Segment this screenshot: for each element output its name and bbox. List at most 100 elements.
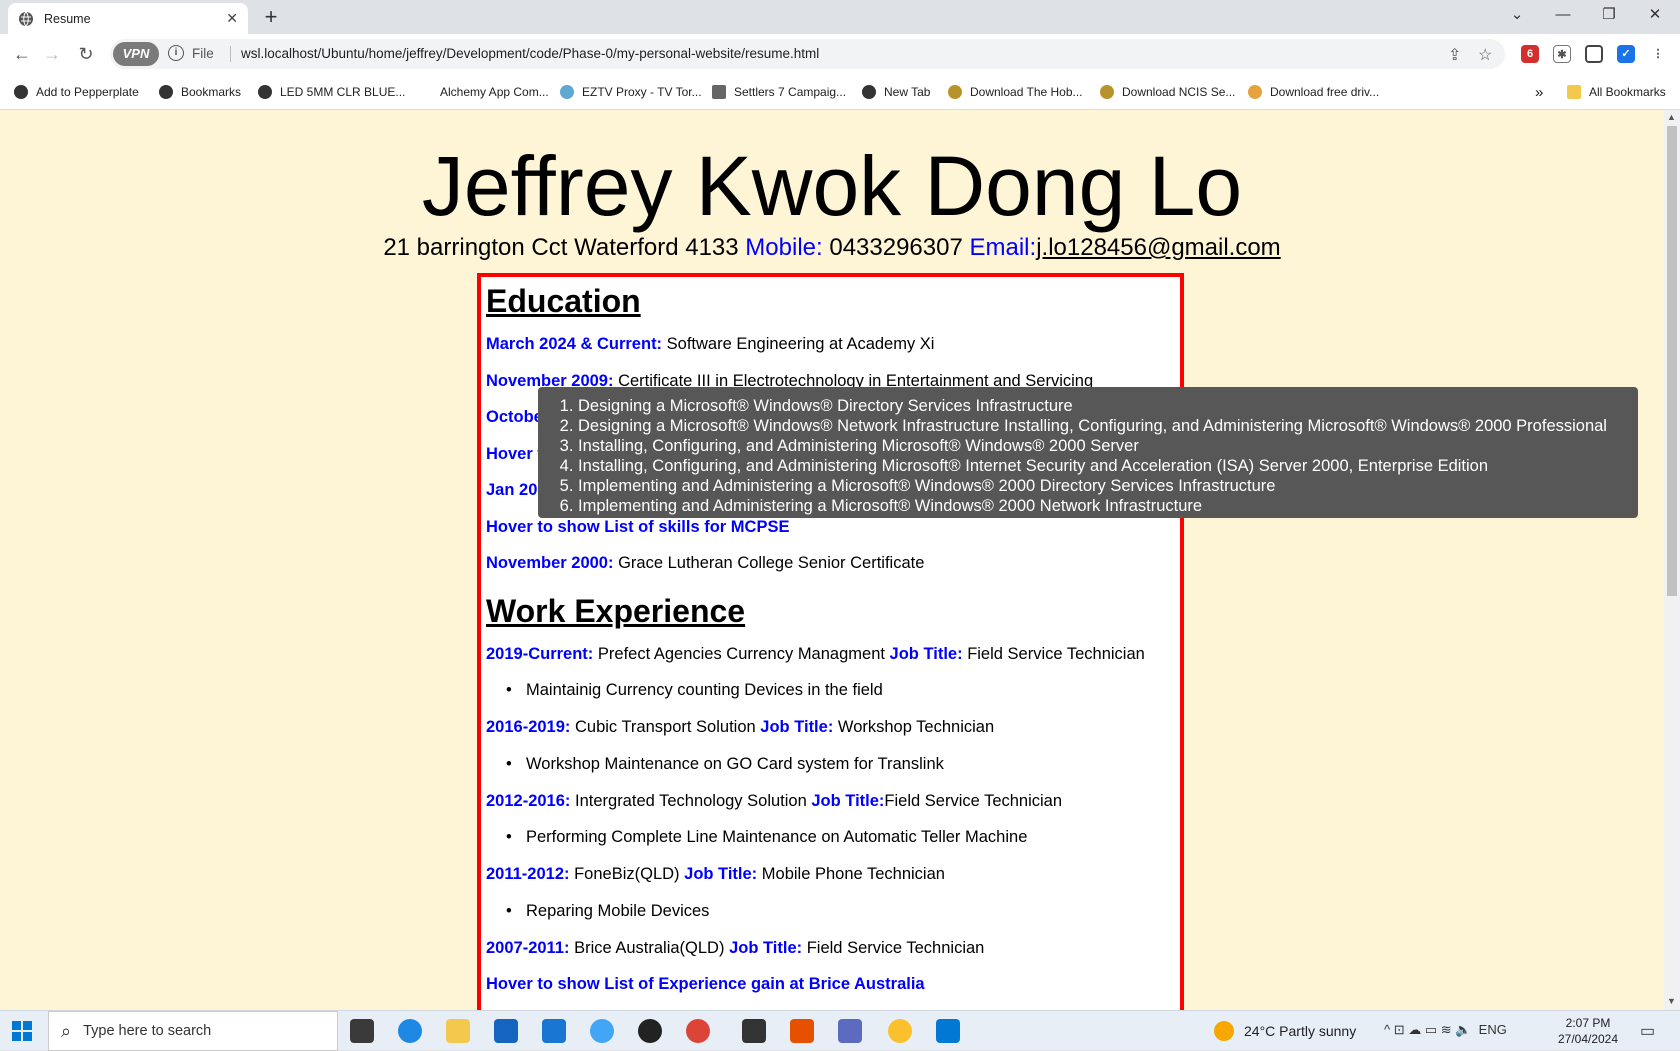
tooltip-item: Installing, Configuring, and Administeri…	[578, 436, 1638, 456]
work-bullet: Maintainig Currency counting Devices in …	[486, 677, 1180, 714]
work-item: 2019-Current: Prefect Agencies Currency …	[486, 644, 1145, 663]
colorful-logo-icon	[1248, 85, 1262, 99]
bookmark-item[interactable]: LED 5MM CLR BLUE...	[258, 82, 405, 102]
bookmarks-bar: Add to Pepperplate Bookmarks LED 5MM CLR…	[0, 74, 1680, 110]
work-item: 2011-2012: FoneBiz(QLD) Job Title: Mobil…	[486, 865, 945, 883]
shield-crest-icon	[948, 85, 962, 99]
work-item: 2007-2011: Brice Australia(QLD) Job Titl…	[486, 938, 985, 957]
extension-adblock-icon[interactable]: 6	[1521, 45, 1539, 63]
work-bullet: Performing Complete Line Maintenance on …	[486, 824, 1180, 861]
file-explorer-icon[interactable]	[446, 1019, 470, 1043]
file-label: File	[192, 46, 214, 61]
forward-arrow-icon[interactable]: →	[38, 42, 66, 66]
mcpse-hover-link[interactable]: Hover to show List of skills for MCPSE	[486, 514, 1180, 551]
reload-icon[interactable]: ↻	[72, 42, 100, 66]
scrollbar-thumb[interactable]	[1667, 126, 1677, 596]
windows-taskbar: ⌕ Type here to search 24°C Partly sunny ^…	[0, 1010, 1680, 1051]
system-tray[interactable]: ^ ⊡ ☁ ▭ ≋ 🔈 ENG	[1384, 1022, 1507, 1038]
work-bullet: Workshop Maintenance on GO Card system f…	[486, 751, 1180, 788]
bookmarks-overflow-chevron[interactable]: »	[1535, 82, 1543, 102]
shield-icon[interactable]: ✓	[1617, 45, 1635, 63]
tab-strip: Resume ✕ + ⌄ — ❐ ✕	[0, 0, 1680, 34]
tab-close-icon[interactable]: ✕	[226, 10, 238, 27]
bookmark-item[interactable]: Add to Pepperplate	[14, 82, 139, 102]
tab-resume[interactable]: Resume ✕	[8, 3, 248, 34]
tab-search-chevron-icon[interactable]: ⌄	[1494, 0, 1540, 30]
globe-icon	[159, 85, 173, 99]
tooltip-item: Implementing and Administering a Microso…	[578, 476, 1638, 496]
education-item: March 2024 & Current: Software Engineeri…	[486, 335, 935, 353]
github-icon[interactable]	[638, 1019, 662, 1043]
scroll-up-arrow-icon[interactable]: ▲	[1667, 112, 1676, 122]
task-view-icon[interactable]	[350, 1019, 374, 1043]
tray-icons[interactable]: ^ ⊡ ☁ ▭ ≋ 🔈	[1384, 1022, 1471, 1037]
tooltip-item: Implementing and Administering a Microso…	[578, 496, 1638, 516]
chrome-icon[interactable]	[686, 1019, 710, 1043]
leaf-icon	[560, 85, 574, 99]
address: 21 barrington Cct Waterford 4133	[383, 234, 739, 261]
search-icon: ⌕	[61, 1020, 72, 1041]
menu-kebab-icon[interactable]: ⋮	[1649, 45, 1667, 63]
app-icon[interactable]	[790, 1019, 814, 1043]
email-link[interactable]: j.lo128456@gmail.com	[1036, 234, 1281, 261]
terminal-icon[interactable]	[742, 1019, 766, 1043]
extensions-puzzle-icon[interactable]: ✱	[1553, 45, 1571, 63]
mobile-label: Mobile:	[745, 234, 823, 261]
resume-name: Jeffrey Kwok Dong Lo	[421, 139, 1243, 233]
chrome-canary-icon[interactable]	[888, 1019, 912, 1043]
bookmark-item[interactable]: New Tab	[862, 82, 930, 102]
blank-icon	[418, 85, 432, 99]
scroll-down-arrow-icon[interactable]: ▼	[1667, 996, 1676, 1006]
minimize-button[interactable]: —	[1540, 0, 1586, 30]
mobile-number: 0433296307	[829, 234, 963, 261]
education-item: November 2000: Grace Lutheran College Se…	[486, 554, 925, 572]
side-panel-icon[interactable]	[1585, 45, 1603, 63]
shield-crest-icon	[1100, 85, 1114, 99]
work-item: 2016-2019: Cubic Transport Solution Job …	[486, 718, 995, 736]
all-bookmarks-folder[interactable]: All Bookmarks	[1567, 82, 1666, 102]
vertical-scrollbar[interactable]: ▲ ▼	[1664, 110, 1680, 1010]
star-icon[interactable]: ☆	[1478, 45, 1492, 65]
tab-title: Resume	[44, 11, 91, 26]
weather-widget[interactable]: 24°C Partly sunny	[1214, 1021, 1356, 1041]
bookmark-item[interactable]: EZTV Proxy - TV Tor...	[560, 82, 702, 102]
bookmark-item[interactable]: Download free driv...	[1248, 82, 1379, 102]
app-icon[interactable]	[838, 1019, 862, 1043]
app-icon[interactable]	[590, 1019, 614, 1043]
close-window-button[interactable]: ✕	[1632, 0, 1678, 30]
bookmark-item[interactable]: Alchemy App Com...	[418, 82, 549, 102]
weather-icon	[1214, 1021, 1234, 1041]
language-indicator[interactable]: ENG	[1479, 1022, 1507, 1037]
edge-icon[interactable]	[398, 1019, 422, 1043]
tooltip-item: Designing a Microsoft® Windows® Director…	[578, 396, 1638, 416]
back-arrow-icon[interactable]: ←	[8, 42, 36, 66]
url-text[interactable]: wsl.localhost/Ubuntu/home/jeffrey/Develo…	[230, 46, 819, 62]
mcpse-tooltip: Designing a Microsoft® Windows® Director…	[538, 387, 1638, 518]
education-heading: Education	[486, 283, 641, 319]
quill-icon	[712, 85, 726, 99]
bookmark-item[interactable]: Settlers 7 Campaig...	[712, 82, 846, 102]
bookmark-item[interactable]: Download The Hob...	[948, 82, 1083, 102]
restore-button[interactable]: ❐	[1586, 0, 1632, 30]
browser-toolbar: ← → ↻ VPN i File wsl.localhost/Ubuntu/ho…	[0, 34, 1680, 74]
bookmark-item[interactable]: Bookmarks	[159, 82, 241, 102]
brice-hover-link[interactable]: Hover to show List of Experience gain at…	[486, 971, 1180, 1008]
globe-icon	[19, 11, 33, 26]
clock[interactable]: 2:07 PM 27/04/2024	[1548, 1015, 1628, 1047]
store-icon[interactable]	[494, 1019, 518, 1043]
info-icon[interactable]: i	[168, 45, 184, 61]
notification-icon[interactable]: ▭	[1640, 1021, 1655, 1041]
work-heading: Work Experience	[486, 592, 746, 629]
tooltip-item: Designing a Microsoft® Windows® Network …	[578, 416, 1638, 436]
bookmark-item[interactable]: Download NCIS Se...	[1100, 82, 1235, 102]
share-icon[interactable]: ⇪	[1448, 45, 1461, 65]
address-bar[interactable]: VPN i File wsl.localhost/Ubuntu/home/jef…	[110, 39, 1505, 69]
new-tab-button[interactable]: +	[258, 4, 284, 30]
windows-start-icon[interactable]	[12, 1021, 32, 1041]
globe-icon	[862, 85, 876, 99]
vpn-badge[interactable]: VPN	[113, 42, 159, 66]
vscode-icon[interactable]	[936, 1019, 960, 1043]
mail-icon[interactable]	[542, 1019, 566, 1043]
taskbar-search-box[interactable]: ⌕ Type here to search	[48, 1011, 338, 1051]
email-label: Email:	[969, 234, 1037, 261]
